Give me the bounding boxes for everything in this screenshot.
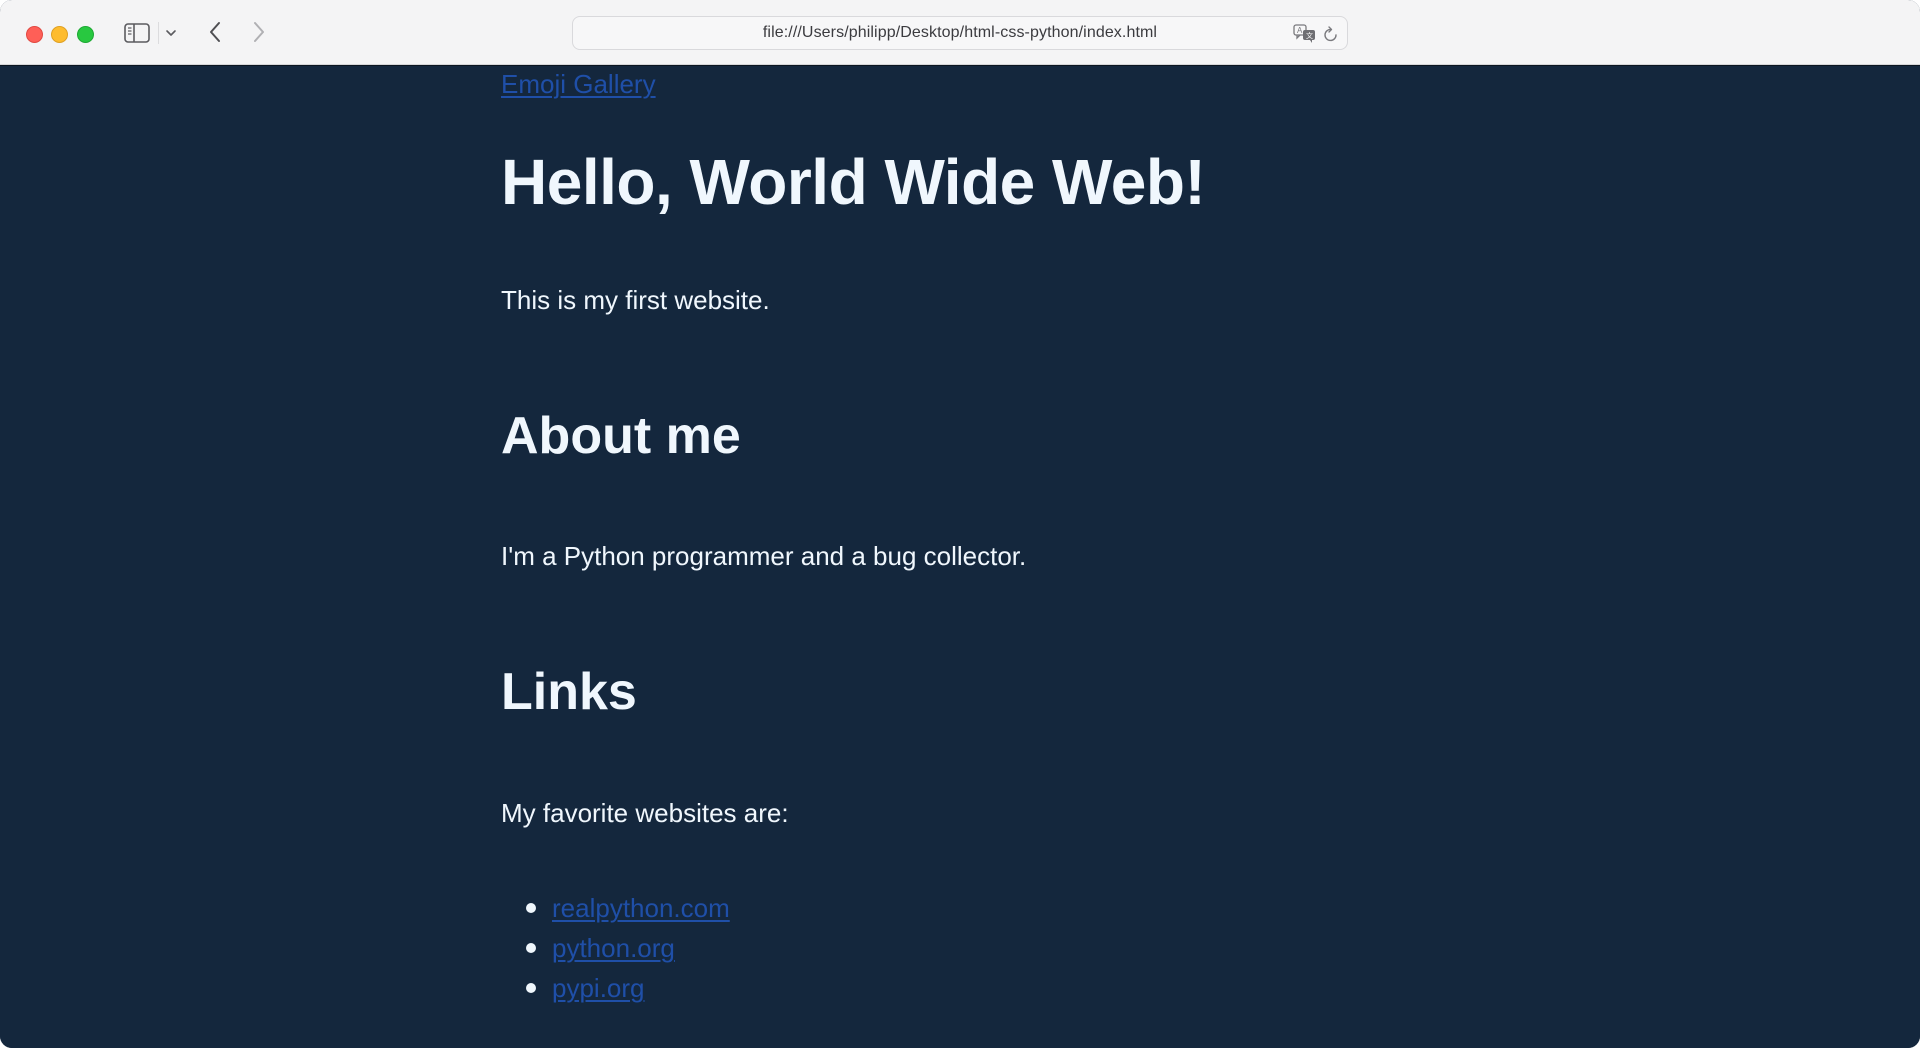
zoom-window-button[interactable] xyxy=(77,26,94,43)
translate-button[interactable]: A 文 xyxy=(1293,24,1317,44)
browser-toolbar: file:///Users/philipp/Desktop/html-css-p… xyxy=(0,0,1920,66)
links-intro-text: My favorite websites are: xyxy=(501,798,789,828)
close-window-button[interactable] xyxy=(26,26,43,43)
python-org-link[interactable]: python.org xyxy=(552,933,675,963)
svg-text:文: 文 xyxy=(1306,31,1313,40)
svg-text:A: A xyxy=(1297,26,1303,35)
sidebar-menu-button[interactable] xyxy=(164,26,178,40)
minimize-window-button[interactable] xyxy=(51,26,68,43)
chevron-right-icon xyxy=(254,22,264,42)
list-item: realpython.com xyxy=(501,888,730,928)
reload-button[interactable] xyxy=(1323,25,1339,43)
intro-text: This is my first website. xyxy=(501,285,770,315)
reload-icon xyxy=(1324,26,1337,42)
list-item: pypi.org xyxy=(501,968,730,1008)
browser-window: file:///Users/philipp/Desktop/html-css-p… xyxy=(0,0,1920,1048)
bullet-icon xyxy=(526,983,536,993)
emoji-gallery-link[interactable]: Emoji Gallery xyxy=(501,68,656,100)
sidebar-toggle-button[interactable] xyxy=(124,22,150,44)
about-heading: About me xyxy=(501,407,741,465)
page-title: Hello, World Wide Web! xyxy=(501,146,1206,218)
realpython-link[interactable]: realpython.com xyxy=(552,893,730,923)
back-button[interactable] xyxy=(204,20,226,44)
sidebar-icon xyxy=(124,23,150,43)
links-heading: Links xyxy=(501,663,637,721)
favorite-websites-list: realpython.com python.org pypi.org xyxy=(501,888,730,1008)
address-bar-url[interactable]: file:///Users/philipp/Desktop/html-css-p… xyxy=(573,17,1347,49)
translate-icon: A 文 xyxy=(1293,24,1315,43)
bullet-icon xyxy=(526,943,536,953)
forward-button[interactable] xyxy=(248,20,270,44)
web-page: Emoji Gallery Hello, World Wide Web! Thi… xyxy=(0,66,1920,1048)
bullet-icon xyxy=(526,903,536,913)
toolbar-divider xyxy=(158,22,159,44)
pypi-link[interactable]: pypi.org xyxy=(552,973,645,1003)
address-bar[interactable]: file:///Users/philipp/Desktop/html-css-p… xyxy=(572,16,1348,50)
chevron-down-icon xyxy=(166,30,176,36)
about-text: I'm a Python programmer and a bug collec… xyxy=(501,541,1027,571)
list-item: python.org xyxy=(501,928,730,968)
chevron-left-icon xyxy=(210,22,220,42)
